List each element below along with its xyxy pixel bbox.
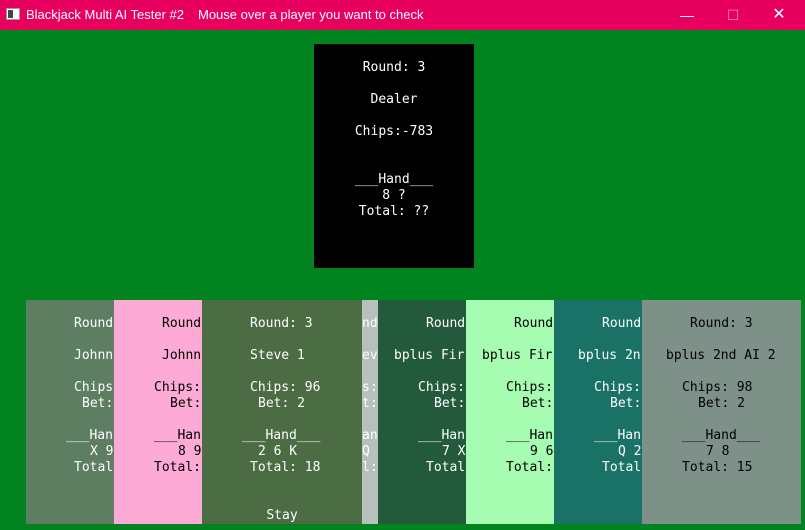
player-hand-header: ___Han: [66, 428, 113, 443]
player-hand-header: ___Hand___: [682, 428, 761, 443]
player-card-bplus-first-2[interactable]: Round bplus Fir Chips: Bet: ___Han 9 6 T…: [466, 300, 554, 524]
player-status-stay: Stay: [266, 508, 298, 523]
player-cards: X 9: [90, 444, 114, 459]
player-name: bplus 2nd AI 2: [666, 348, 776, 363]
player-bet: Bet: 2: [258, 396, 305, 411]
minimize-button[interactable]: —: [664, 0, 710, 30]
maximize-button[interactable]: ☐: [710, 0, 756, 30]
players-area: Round Johnn Chips Bet: ___Han X 9 Total …: [26, 300, 801, 524]
player-total: Total: [74, 460, 114, 475]
player-hand-header: an: [362, 428, 378, 443]
player-round: Round: [74, 316, 114, 331]
dealer-chips: Chips:-783: [354, 124, 434, 139]
player-cards: Q: [362, 444, 370, 459]
player-chips: Chips: 96: [250, 380, 321, 395]
player-total: Total: [602, 460, 642, 475]
player-total: Total: [426, 460, 466, 475]
app-icon: [6, 8, 20, 20]
player-total: Total: 18: [250, 460, 321, 475]
player-cards: 8 9: [178, 444, 202, 459]
title-bar: Blackjack Multi AI Tester #2 Mouse over a…: [0, 0, 805, 30]
player-bet: Bet:: [434, 396, 466, 411]
close-button[interactable]: ✕: [756, 0, 802, 30]
player-name: bplus Fir: [482, 348, 553, 363]
player-card-bplus-2nd-1[interactable]: Round bplus 2n Chips: Bet: ___Han Q 2 To…: [554, 300, 642, 524]
player-hand-header: ___Hand___: [242, 428, 321, 443]
player-round: nd: [362, 316, 378, 331]
dealer-name: Dealer: [370, 92, 418, 107]
player-card-steve-1[interactable]: Round: 3 Steve 1 Chips: 96 Bet: 2 ___Han…: [202, 300, 362, 524]
player-bet: Bet:: [82, 396, 114, 411]
player-round: Round: [602, 316, 642, 331]
dealer-cards: 8 ?: [382, 188, 406, 203]
player-round: Round: 3: [690, 316, 753, 331]
player-chips: Chips:: [506, 380, 553, 395]
player-round: Round: 3: [250, 316, 313, 331]
player-bet: t:: [362, 396, 378, 411]
player-hand-header: ___Han: [154, 428, 201, 443]
player-card-johnny-2[interactable]: Round Johnn Chips: Bet: ___Han 8 9 Total…: [114, 300, 202, 524]
player-cards: 2 6 K: [258, 444, 298, 459]
player-name: bplus 2n: [578, 348, 641, 363]
player-bet: Bet:: [610, 396, 642, 411]
player-cards: 7 8: [706, 444, 730, 459]
player-name: bplus Fir: [394, 348, 465, 363]
player-round: Round: [162, 316, 202, 331]
player-cards: Q 2: [618, 444, 642, 459]
player-name: Johnn: [162, 348, 202, 363]
player-total: Total:: [506, 460, 553, 475]
player-name: ev: [362, 348, 378, 363]
player-chips: s:: [362, 380, 378, 395]
dealer-round: Round: 3: [362, 60, 426, 75]
dealer-hand-header: ___Hand___: [354, 172, 434, 187]
player-cards: 9 6: [530, 444, 554, 459]
dealer-total: Total: ??: [358, 204, 430, 219]
player-hand-header: ___Han: [418, 428, 465, 443]
player-round: Round: [426, 316, 466, 331]
player-chips: Chips: [74, 380, 114, 395]
player-total: Total:: [154, 460, 201, 475]
player-cards: 7 X: [442, 444, 466, 459]
player-hand-header: ___Han: [594, 428, 641, 443]
player-card-hidden[interactable]: nd ev s: t: an Q l:: [362, 300, 378, 524]
player-card-bplus-first-1[interactable]: Round bplus Fir Chips: Bet: ___Han 7 X T…: [378, 300, 466, 524]
player-card-bplus-2nd-2[interactable]: Round: 3 bplus 2nd AI 2 Chips: 98 Bet: 2…: [642, 300, 801, 524]
player-round: Round: [514, 316, 554, 331]
player-bet: Bet:: [522, 396, 554, 411]
player-bet: Bet:: [170, 396, 202, 411]
player-total: Total: 15: [682, 460, 753, 475]
window-title: Blackjack Multi AI Tester #2 Mouse over a…: [26, 7, 423, 22]
player-total: l:: [362, 460, 378, 475]
dealer-panel[interactable]: Round: 3 Dealer Chips:-783 ___Hand___ 8 …: [314, 44, 474, 268]
player-name: Johnn: [74, 348, 114, 363]
player-bet: Bet: 2: [698, 396, 745, 411]
player-chips: Chips:: [418, 380, 465, 395]
player-name: Steve 1: [250, 348, 305, 363]
player-chips: Chips:: [594, 380, 641, 395]
window-subtitle: Mouse over a player you want to check: [198, 7, 424, 22]
player-card-johnny-1[interactable]: Round Johnn Chips Bet: ___Han X 9 Total: [26, 300, 114, 524]
player-chips: Chips:: [154, 380, 201, 395]
window-title-text: Blackjack Multi AI Tester #2: [26, 7, 184, 22]
player-chips: Chips: 98: [682, 380, 753, 395]
player-hand-header: ___Han: [506, 428, 553, 443]
